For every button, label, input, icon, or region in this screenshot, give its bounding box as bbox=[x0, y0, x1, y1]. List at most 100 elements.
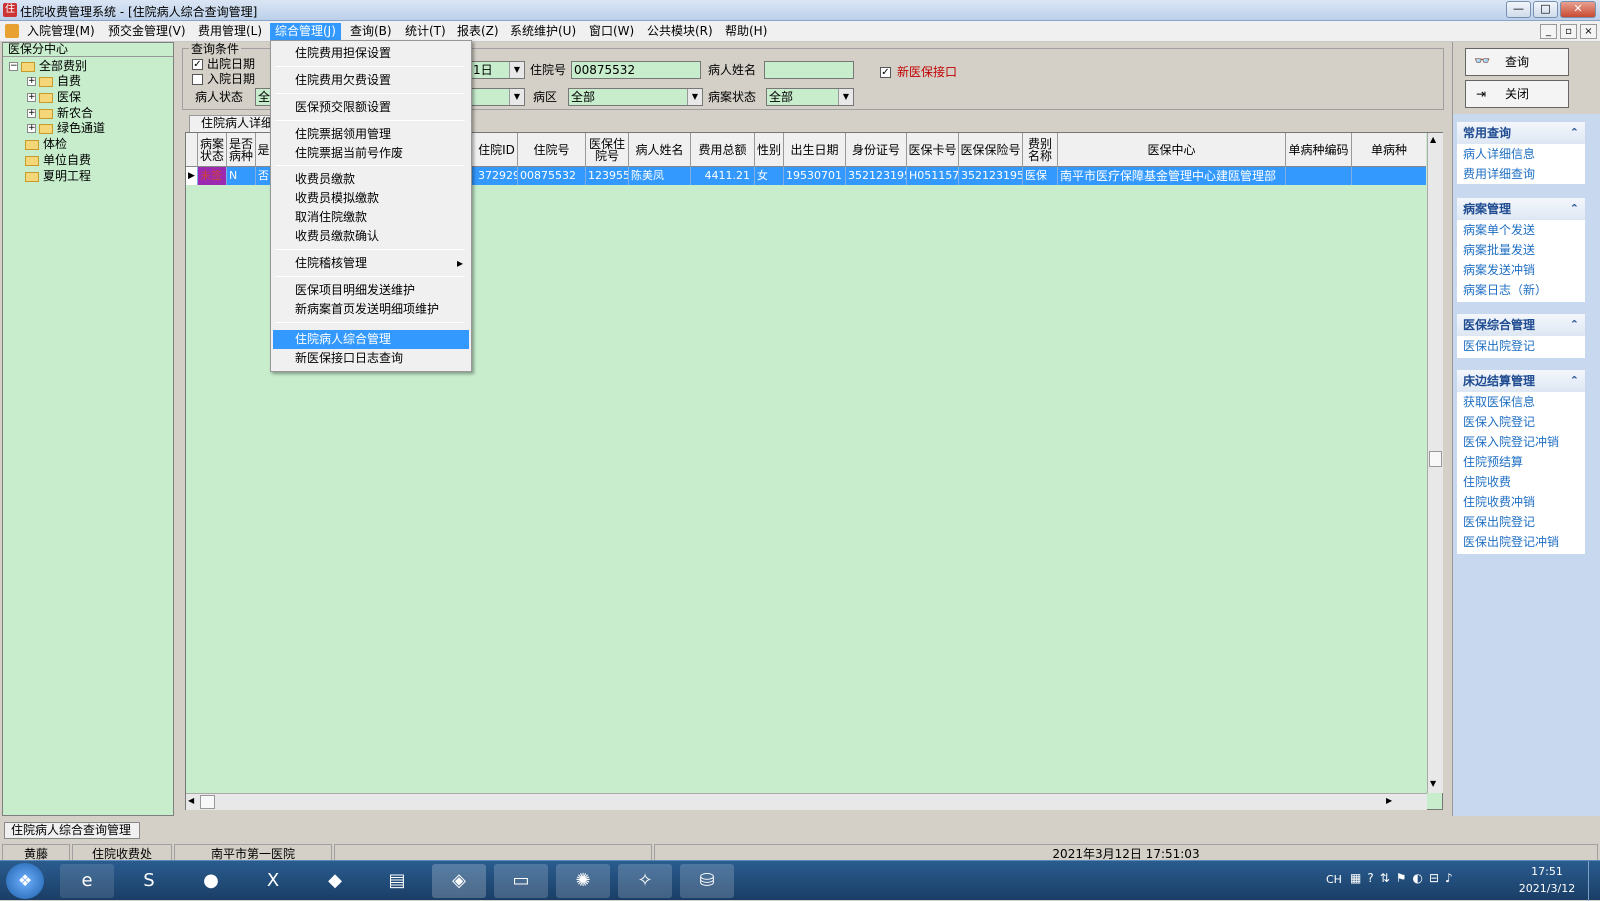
scroll-right-icon[interactable]: ▶ bbox=[1386, 796, 1392, 805]
patient-name-input[interactable] bbox=[764, 61, 854, 79]
col-patient-name[interactable]: 病人姓名 bbox=[629, 133, 691, 167]
app-menu-icon[interactable] bbox=[5, 24, 19, 38]
app-s-icon[interactable]: S bbox=[122, 864, 176, 898]
mdi-close-button[interactable]: × bbox=[1580, 24, 1597, 39]
tree-item-green-channel[interactable]: + 绿色通道 bbox=[27, 121, 105, 135]
menu-report[interactable]: 报表(Z) bbox=[452, 23, 504, 41]
scroll-thumb[interactable] bbox=[1429, 451, 1442, 467]
chevron-down-icon[interactable]: ▼ bbox=[687, 89, 702, 105]
maximize-button[interactable]: □ bbox=[1533, 1, 1558, 18]
cell-inpatient-no[interactable]: 00875532 bbox=[518, 167, 586, 185]
collapse-chevron-icon[interactable]: ⌃ bbox=[1570, 122, 1579, 144]
cell-ins-center[interactable]: 南平市医疗保障基金管理中心建瓯管理部 bbox=[1058, 167, 1286, 185]
menu-general[interactable]: 综合管理(J) bbox=[270, 23, 341, 41]
menu-query[interactable]: 查询(B) bbox=[345, 23, 397, 41]
menu-item-patient-mgmt[interactable]: 住院病人综合管理 bbox=[273, 330, 469, 349]
cell-is-disease[interactable]: N bbox=[227, 167, 256, 185]
minimize-button[interactable]: — bbox=[1506, 1, 1531, 18]
chevron-down-icon[interactable]: ▼ bbox=[838, 89, 853, 105]
link-record-single-send[interactable]: 病案单个发送 bbox=[1457, 220, 1585, 240]
menu-item-guarantee[interactable]: 住院费用担保设置 bbox=[273, 44, 469, 63]
section-header[interactable]: 医保综合管理 ⌃ bbox=[1457, 314, 1585, 336]
query-button[interactable]: 👓 查询 bbox=[1465, 48, 1569, 76]
ward-select[interactable]: 全部 ▼ bbox=[568, 88, 703, 106]
cell-gender[interactable]: 女 bbox=[755, 167, 784, 185]
tray-lang[interactable]: CH bbox=[1326, 873, 1342, 886]
new-insurance-checkbox[interactable]: ✓ bbox=[880, 67, 891, 78]
link-ins-discharge-reverse[interactable]: 医保出院登记冲销 bbox=[1457, 532, 1585, 552]
folder-icon[interactable]: ▭ bbox=[494, 864, 548, 898]
menu-system[interactable]: 系统维护(U) bbox=[505, 23, 581, 41]
col-birth-date[interactable]: 出生日期 bbox=[784, 133, 846, 167]
menu-item-cashier-pay[interactable]: 收费员缴款 bbox=[273, 170, 469, 189]
cell-fee-type[interactable]: 医保 bbox=[1023, 167, 1058, 185]
col-is-disease[interactable]: 是否病种 bbox=[227, 133, 256, 167]
tree-item-rural[interactable]: + 新农合 bbox=[27, 106, 93, 120]
mdi-tab-patient-query[interactable]: 住院病人综合查询管理 bbox=[4, 822, 140, 839]
menu-item-invoice-void[interactable]: 住院票据当前号作废 bbox=[273, 144, 469, 163]
chevron-down-icon[interactable]: ▼ bbox=[509, 89, 524, 105]
link-get-ins-info[interactable]: 获取医保信息 bbox=[1457, 392, 1585, 412]
col-gender[interactable]: 性别 bbox=[755, 133, 784, 167]
col-ins-card[interactable]: 医保卡号 bbox=[907, 133, 959, 167]
section-header[interactable]: 床边结算管理 ⌃ bbox=[1457, 370, 1585, 392]
col-ins-center[interactable]: 医保中心 bbox=[1058, 133, 1286, 167]
database-icon[interactable]: ⛁ bbox=[680, 864, 734, 898]
expand-icon[interactable]: + bbox=[27, 77, 36, 86]
expand-icon[interactable]: + bbox=[27, 93, 36, 102]
compass-icon[interactable]: ✧ bbox=[618, 864, 672, 898]
collapse-icon[interactable]: − bbox=[9, 62, 18, 71]
menu-public[interactable]: 公共模块(R) bbox=[642, 23, 718, 41]
show-desktop-button[interactable] bbox=[1588, 861, 1600, 901]
col-disease[interactable]: 单病种 bbox=[1352, 133, 1426, 167]
expand-icon[interactable]: + bbox=[27, 109, 36, 118]
menu-item-ins-log[interactable]: 新医保接口日志查询 bbox=[273, 349, 469, 368]
tree-root[interactable]: − 全部费别 bbox=[9, 59, 87, 73]
link-charge-reverse[interactable]: 住院收费冲销 bbox=[1457, 492, 1585, 512]
menu-item-deposit-limit[interactable]: 医保预交限额设置 bbox=[273, 98, 469, 117]
menu-item-pay-confirm[interactable]: 收费员缴款确认 bbox=[273, 227, 469, 246]
cell-birth-date[interactable]: 19530701 bbox=[784, 167, 846, 185]
section-header[interactable]: 常用查询 ⌃ bbox=[1457, 122, 1585, 144]
discharge-date-checkbox[interactable]: ✓ bbox=[192, 59, 203, 70]
expand-icon[interactable]: + bbox=[27, 124, 36, 133]
col-inpatient-id[interactable]: 住院ID bbox=[476, 133, 518, 167]
link-patient-detail[interactable]: 病人详细信息 bbox=[1457, 144, 1585, 164]
link-inpatient-charge[interactable]: 住院收费 bbox=[1457, 472, 1585, 492]
excel-icon[interactable]: X bbox=[246, 864, 300, 898]
notepad-icon[interactable]: ▤ bbox=[370, 864, 424, 898]
menu-stats[interactable]: 统计(T) bbox=[400, 23, 451, 41]
cell-inpatient-id[interactable]: 3729298 bbox=[476, 167, 518, 185]
menu-window[interactable]: 窗口(W) bbox=[584, 23, 639, 41]
menu-item-invoice-issue[interactable]: 住院票据领用管理 bbox=[273, 125, 469, 144]
collapse-chevron-icon[interactable]: ⌃ bbox=[1570, 314, 1579, 336]
link-ins-discharge-2[interactable]: 医保出院登记 bbox=[1457, 512, 1585, 532]
col-ins-policy[interactable]: 医保保险号 bbox=[959, 133, 1023, 167]
tray-date[interactable]: 2021/3/12 bbox=[1512, 882, 1582, 895]
tree-item-xiaming[interactable]: 夏明工程 bbox=[25, 169, 91, 183]
col-id-number[interactable]: 身份证号 bbox=[846, 133, 907, 167]
firefox-icon[interactable]: ● bbox=[184, 864, 238, 898]
col-disease-code[interactable]: 单病种编码 bbox=[1286, 133, 1352, 167]
tray-icons[interactable]: ▦?⇅⚑◐⊟♪ bbox=[1350, 871, 1459, 885]
tree-item-unit-self-pay[interactable]: 单位自费 bbox=[25, 153, 91, 167]
hscroll-thumb[interactable] bbox=[200, 795, 215, 809]
menu-item-ins-detail-send[interactable]: 医保项目明细发送维护 bbox=[273, 281, 469, 300]
tab-patient-detail[interactable]: 住院病人详细 bbox=[189, 115, 279, 132]
close-button[interactable]: ⇥ 关闭 bbox=[1465, 80, 1569, 108]
start-button[interactable]: ❖ bbox=[6, 863, 44, 899]
ie-icon[interactable]: e bbox=[60, 864, 114, 898]
scroll-up-icon[interactable]: ▲ bbox=[1430, 135, 1436, 144]
tray-time[interactable]: 17:51 bbox=[1512, 865, 1582, 878]
menu-item-audit[interactable]: 住院稽核管理 ▸ bbox=[273, 254, 469, 273]
close-window-button[interactable]: ✕ bbox=[1560, 1, 1596, 18]
link-ins-admit-reverse[interactable]: 医保入院登记冲销 bbox=[1457, 432, 1585, 452]
col-total-fee[interactable]: 费用总额 bbox=[691, 133, 755, 167]
menu-admission[interactable]: 入院管理(M) bbox=[22, 23, 100, 41]
tree-item-checkup[interactable]: 体检 bbox=[25, 137, 67, 151]
cell-ins-inpatient-no[interactable]: 1239550 bbox=[586, 167, 629, 185]
menu-item-cashier-sim[interactable]: 收费员模拟缴款 bbox=[273, 189, 469, 208]
col-inpatient-no[interactable]: 住院号 bbox=[518, 133, 586, 167]
menu-fee[interactable]: 费用管理(L) bbox=[193, 23, 267, 41]
scroll-left-icon[interactable]: ◀ bbox=[188, 796, 194, 805]
